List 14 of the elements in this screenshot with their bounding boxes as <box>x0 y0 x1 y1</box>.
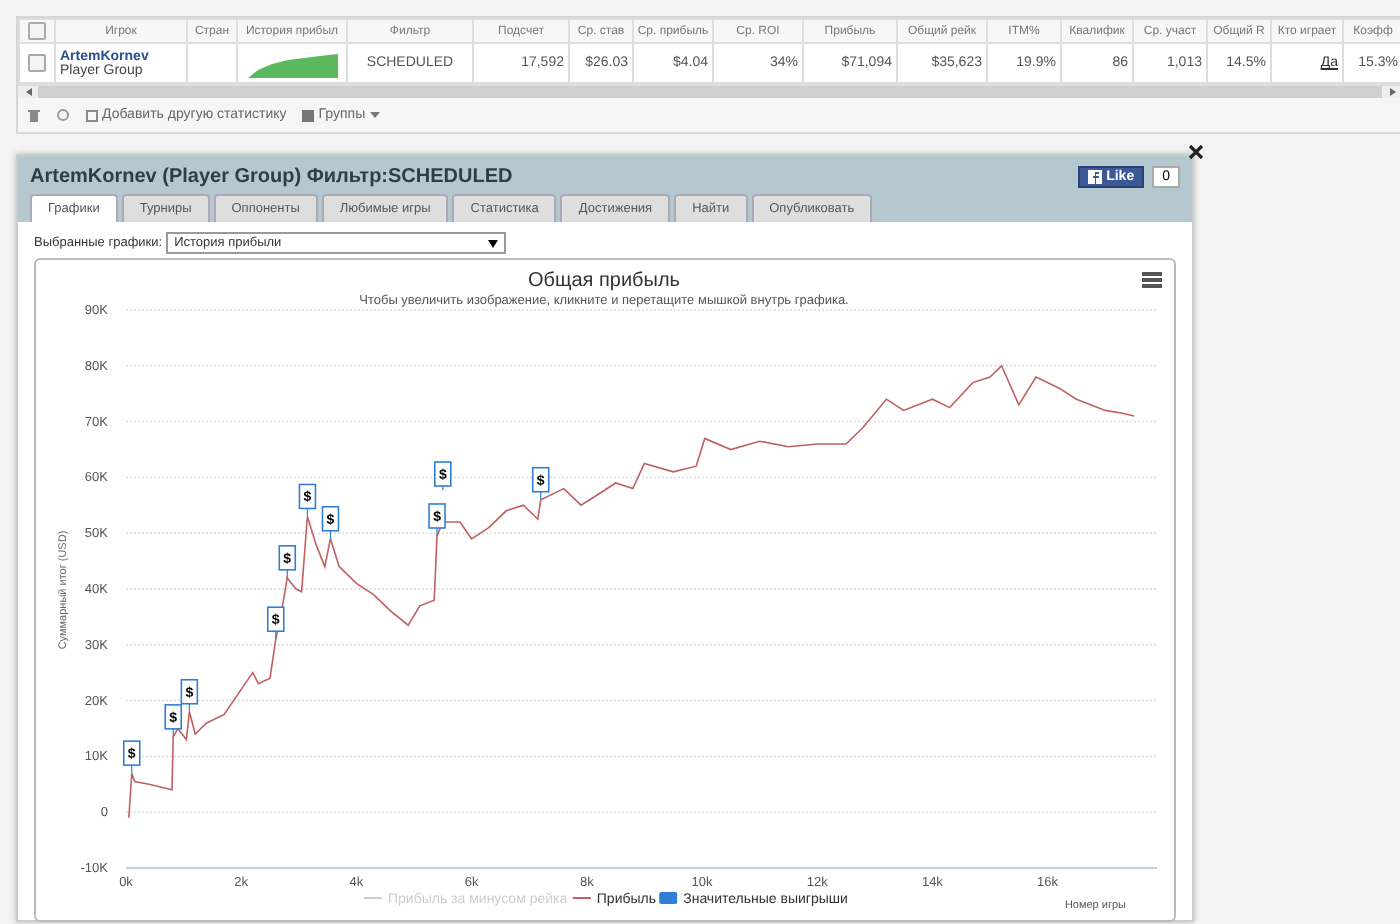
caret-icon <box>369 112 380 118</box>
sparkline-drawing <box>247 49 337 77</box>
scroll-left-icon[interactable] <box>25 88 31 96</box>
f-logo-icon <box>1088 170 1103 184</box>
panel-title: ArtemKornev (Player Group) Фильтр:SCHEDULED <box>30 166 513 188</box>
menu-icon[interactable] <box>1142 272 1162 288</box>
caret-icon <box>488 239 499 247</box>
chart-title: Общая прибыль <box>528 270 680 292</box>
scroll-right-icon[interactable] <box>1389 88 1395 96</box>
select-all-checkbox[interactable] <box>28 22 46 40</box>
close-icon[interactable] <box>1188 144 1204 160</box>
scrollbar[interactable] <box>18 84 1400 98</box>
trash-icon[interactable] <box>28 108 40 122</box>
row-checkbox[interactable] <box>28 54 46 72</box>
